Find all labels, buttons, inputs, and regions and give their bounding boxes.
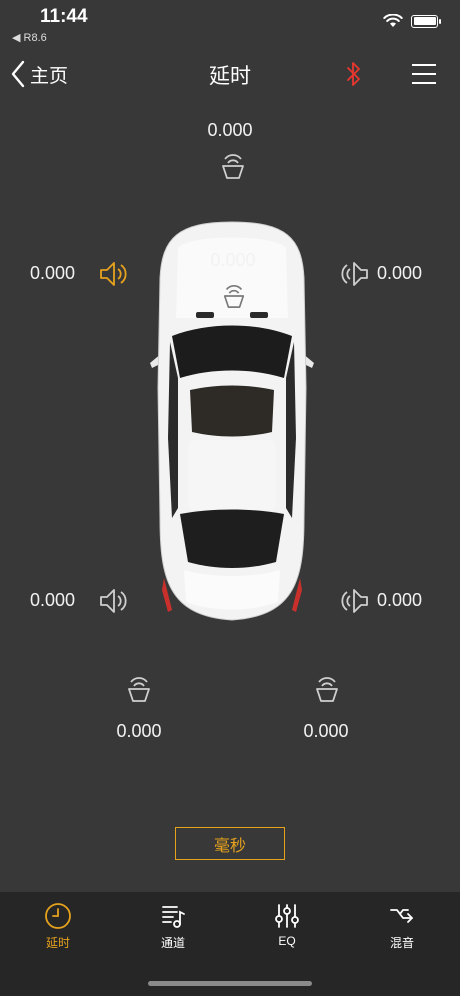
hamburger-menu-icon [412,64,436,84]
tab-mix[interactable]: 混音 [362,902,442,951]
front-right-delay-value[interactable]: 0.000 [377,263,422,284]
front-left-delay-value[interactable]: 0.000 [30,263,75,284]
status-time: 11:44 [40,6,88,27]
clock-icon [45,903,71,929]
status-back-app[interactable]: ◀ R8.6 [12,31,47,44]
music-list-icon [162,906,185,928]
rear-right-speaker-icon[interactable] [340,586,370,616]
back-label: 主页 [30,65,69,87]
sub-right-delay-value[interactable]: 0.000 [276,721,376,742]
status-icons [383,14,441,28]
home-indicator[interactable] [148,981,312,986]
chevron-left-icon [11,60,25,88]
tab-channels[interactable]: 通道 [133,902,213,951]
tab-delay[interactable]: 延时 [18,902,98,951]
center-front-delay-value[interactable]: 0.000 [0,120,460,141]
unit-toggle-button[interactable]: 毫秒 [175,827,285,860]
rear-left-speaker-icon[interactable] [98,586,128,616]
sliders-icon [275,904,299,928]
sub-left-delay-value[interactable]: 0.000 [89,721,189,742]
back-button[interactable]: 主页 [10,60,68,88]
battery-icon [411,14,441,28]
rear-right-delay-value[interactable]: 0.000 [377,590,422,611]
tab-eq[interactable]: EQ [247,902,327,948]
tweeter-icon[interactable] [126,675,152,703]
tab-label: 通道 [160,936,185,950]
tweeter-icon[interactable] [314,675,340,703]
tab-label: EQ [278,934,296,948]
page-title: 延时 [209,65,251,88]
front-right-speaker-icon[interactable] [340,259,370,289]
tab-label: 延时 [45,936,70,950]
front-left-speaker-icon[interactable] [98,259,128,289]
car-top-view [150,221,314,621]
tab-label: 混音 [389,936,414,950]
bluetooth-icon [347,62,360,86]
center-speaker-icon[interactable] [221,283,247,309]
rear-left-delay-value[interactable]: 0.000 [30,590,75,611]
menu-button[interactable] [412,63,436,90]
shuffle-icon [390,909,413,923]
tweeter-icon[interactable] [220,152,246,180]
wifi-icon [383,14,403,27]
bluetooth-button[interactable] [343,60,365,93]
